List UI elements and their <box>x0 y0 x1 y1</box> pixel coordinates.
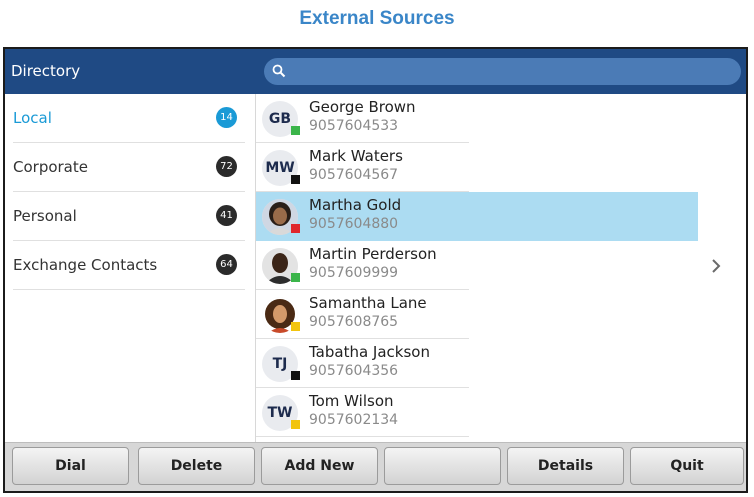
count-badge: 14 <box>216 107 237 128</box>
contact-row-tom-wilson[interactable]: TW Tom Wilson 9057602134 <box>256 388 469 437</box>
contact-row-mark-waters[interactable]: MW Mark Waters 9057604567 <box>256 143 469 192</box>
phone-screen: Directory Local 14 Corporate 72 Personal… <box>3 47 748 493</box>
delete-button[interactable]: Delete <box>138 447 255 485</box>
chevron-right-icon[interactable] <box>711 257 721 275</box>
sidebar-item-local[interactable]: Local 14 <box>13 94 245 143</box>
sidebar-item-corporate[interactable]: Corporate 72 <box>13 143 245 192</box>
contact-row-tabatha-jackson[interactable]: TJ Tabatha Jackson 9057604356 <box>256 339 469 388</box>
presence-offline-icon <box>291 371 300 380</box>
quit-button[interactable]: Quit <box>630 447 744 485</box>
sidebar-item-exchange-contacts[interactable]: Exchange Contacts 64 <box>13 241 245 290</box>
header-title: Directory <box>11 62 81 80</box>
dial-button[interactable]: Dial <box>12 447 129 485</box>
directory-sidebar: Local 14 Corporate 72 Personal 41 Exchan… <box>5 94 256 442</box>
presence-offline-icon <box>291 175 300 184</box>
contact-number: 9057602134 <box>309 412 399 428</box>
page-title: External Sources <box>299 8 455 29</box>
contact-number: 9057609999 <box>309 265 399 281</box>
contact-number: 9057608765 <box>309 314 399 330</box>
sidebar-item-label: Personal <box>13 207 77 225</box>
contact-name: Tom Wilson <box>309 392 394 410</box>
count-badge: 64 <box>216 254 237 275</box>
contact-number: 9057604880 <box>309 216 399 232</box>
contact-name: Martin Perderson <box>309 245 437 263</box>
presence-available-icon <box>291 126 300 135</box>
sidebar-item-personal[interactable]: Personal 41 <box>13 192 245 241</box>
contact-name: Tabatha Jackson <box>309 343 430 361</box>
sidebar-item-label: Corporate <box>13 158 88 176</box>
count-badge: 41 <box>216 205 237 226</box>
presence-away-icon <box>291 322 300 331</box>
contact-number: 9057604567 <box>309 167 399 183</box>
details-button[interactable]: Details <box>507 447 624 485</box>
contact-name: George Brown <box>309 98 416 116</box>
contact-name: Samantha Lane <box>309 294 427 312</box>
directory-header: Directory <box>5 49 746 94</box>
contact-name: Martha Gold <box>309 196 402 214</box>
sidebar-item-label: Local <box>13 109 52 127</box>
search-bar[interactable] <box>264 58 741 85</box>
contact-row-george-brown[interactable]: GB George Brown 9057604533 <box>256 94 469 143</box>
contact-list: GB George Brown 9057604533 MW Mark Water… <box>256 94 746 442</box>
contact-number: 9057604533 <box>309 118 399 134</box>
sidebar-item-label: Exchange Contacts <box>13 256 158 274</box>
presence-busy-icon <box>291 224 300 233</box>
presence-away-icon <box>291 420 300 429</box>
contact-row-martin-perderson[interactable]: Martin Perderson 9057609999 <box>256 241 469 290</box>
presence-available-icon <box>291 273 300 282</box>
search-input[interactable] <box>292 61 726 83</box>
empty-softkey[interactable] <box>384 447 501 485</box>
contact-number: 9057604356 <box>309 363 399 379</box>
add-new-button[interactable]: Add New <box>261 447 378 485</box>
contact-row-martha-gold[interactable]: Martha Gold 9057604880 <box>256 192 698 241</box>
search-icon <box>272 64 286 78</box>
count-badge: 72 <box>216 156 237 177</box>
contact-row-samantha-lane[interactable]: Samantha Lane 9057608765 <box>256 290 469 339</box>
contact-name: Mark Waters <box>309 147 403 165</box>
softkey-bar: Dial Delete Add New Details Quit <box>5 442 746 491</box>
